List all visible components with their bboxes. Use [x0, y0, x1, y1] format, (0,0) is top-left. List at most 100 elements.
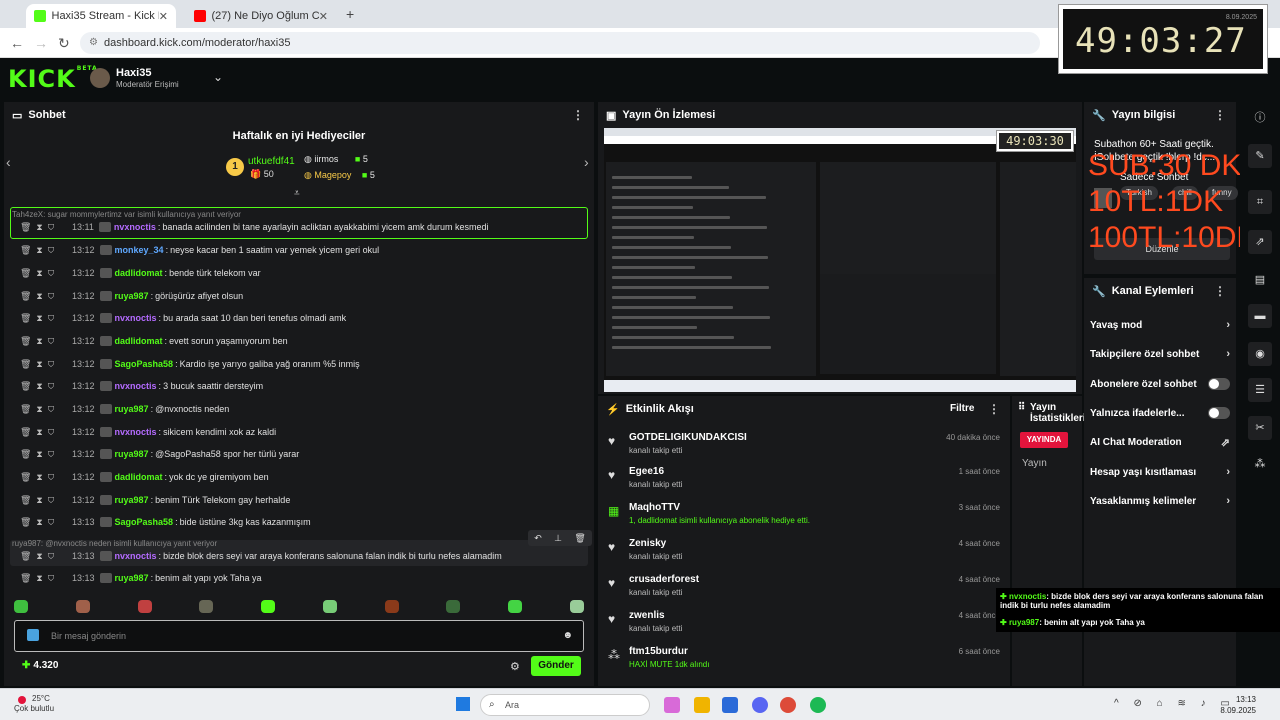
- channel-action-item[interactable]: AI Chat Moderation ⇗: [1090, 433, 1230, 451]
- emote-icon[interactable]: [569, 600, 584, 613]
- message-username[interactable]: dadlidomat: [115, 336, 163, 346]
- message-username[interactable]: SagoPasha58: [115, 517, 174, 527]
- info-icon[interactable]: ⓘ: [1248, 106, 1272, 130]
- chat-bubble-icon[interactable]: ▬: [1248, 304, 1272, 328]
- message-username[interactable]: monkey_34: [115, 245, 164, 255]
- channel-action-item[interactable]: Takipçilere özel sohbet ›: [1090, 345, 1230, 363]
- external-link-icon[interactable]: ⇗: [1248, 230, 1272, 254]
- chat-message[interactable]: 🗑⧗⛉ 13:12 ruya987: @SagoPasha58 spor her tü…: [20, 446, 299, 462]
- mod-tools[interactable]: 🗑⧗⛉: [20, 336, 72, 347]
- url-field[interactable]: ⚙ dashboard.kick.com/moderator/haxi35: [80, 32, 1040, 54]
- send-button[interactable]: Gönder: [531, 656, 581, 676]
- emote-icon[interactable]: [508, 600, 523, 613]
- chat-message[interactable]: 🗑⧗⛉ 13:12 nvxnoctis: bu arada saat 10 dan b…: [20, 310, 346, 326]
- chat-message[interactable]: 🗑⧗⛉ 13:12 ruya987: benim Türk Telekom gay h…: [20, 492, 290, 508]
- tools-icon[interactable]: ✂: [1248, 416, 1272, 440]
- message-username[interactable]: ruya987: [115, 291, 149, 301]
- file-explorer-icon[interactable]: [694, 697, 710, 713]
- mod-tools[interactable]: 🗑⧗⛉: [20, 359, 72, 370]
- mod-tools[interactable]: 🗑⧗⛉: [20, 472, 72, 483]
- delete-icon[interactable]: 🗑: [574, 533, 585, 544]
- chat-input[interactable]: Bir mesaj gönderin ☻: [14, 620, 584, 652]
- activity-username[interactable]: zwenlis: [629, 610, 665, 621]
- document-icon[interactable]: ▤: [1248, 268, 1272, 292]
- channel-action-item[interactable]: Hesap yaşı kısıtlaması ›: [1090, 463, 1230, 481]
- message-username[interactable]: ruya987: [115, 573, 149, 583]
- activity-username[interactable]: crusaderforest: [629, 574, 699, 585]
- gifter-name[interactable]: Magepoy: [314, 170, 351, 180]
- message-username[interactable]: nvxnoctis: [115, 381, 157, 391]
- toggle-switch[interactable]: [1208, 407, 1230, 419]
- activity-username[interactable]: ftm15burdur: [629, 646, 688, 657]
- more-options-icon[interactable]: ⋮: [1214, 284, 1226, 298]
- reply-icon[interactable]: ↶: [534, 533, 542, 544]
- chat-message[interactable]: 🗑⧗⛉ 13:11 nvxnoctis: banada acilinden bi ta…: [20, 219, 489, 235]
- message-username[interactable]: ruya987: [115, 449, 149, 459]
- channel-action-item[interactable]: Yalnızca ifadelerle...: [1090, 404, 1230, 422]
- chevron-right-icon[interactable]: ›: [1226, 348, 1230, 360]
- channel-points[interactable]: ✚ 4.320: [22, 660, 58, 671]
- message-username[interactable]: dadlidomat: [115, 472, 163, 482]
- chat-message[interactable]: 🗑⧗⛉ 13:12 dadlidomat: yok dc ye giremiyom b…: [20, 469, 269, 485]
- apps-icon[interactable]: ⁂: [1248, 452, 1272, 476]
- emote-icon[interactable]: [14, 600, 28, 613]
- pin-icon[interactable]: ⊥: [554, 533, 562, 544]
- crop-icon[interactable]: ⌗: [1248, 190, 1272, 214]
- more-options-icon[interactable]: ⋮: [572, 108, 584, 122]
- back-arrow-icon[interactable]: ←: [10, 35, 24, 51]
- chat-message[interactable]: 🗑⧗⛉ 13:12 dadlidomat: evett sorun yaşamıyor…: [20, 333, 288, 349]
- emote-icon[interactable]: [261, 600, 276, 613]
- mod-tools[interactable]: 🗑⧗⛉: [20, 517, 72, 528]
- collapse-icon[interactable]: ⩡: [294, 188, 300, 199]
- mod-tools[interactable]: 🗑⧗⛉: [20, 449, 72, 460]
- chat-message[interactable]: 🗑⧗⛉ 13:12 nvxnoctis: sikicem kendimi xok az…: [20, 424, 276, 440]
- mod-tools[interactable]: 🗑⧗⛉: [20, 495, 72, 506]
- weather-widget[interactable]: 25°C Çok bulutlu: [14, 694, 54, 714]
- browser-tab-youtube[interactable]: (27) Ne Diyo Oğlum Core. - You ✕: [186, 4, 336, 28]
- forward-arrow-icon[interactable]: →: [34, 35, 48, 51]
- site-info-icon[interactable]: ⚙: [89, 37, 98, 48]
- emote-icon[interactable]: [322, 600, 337, 613]
- activity-username[interactable]: GOTDELIGIKUNDAKCISI: [629, 432, 747, 443]
- taskbar-clock[interactable]: 13:13 8.09.2025: [1220, 694, 1256, 716]
- chat-message[interactable]: 🗑⧗⛉ 13:13 nvxnoctis: bizde blok ders seyi v…: [20, 548, 502, 564]
- message-username[interactable]: ruya987: [115, 404, 149, 414]
- mod-tools[interactable]: 🗑⧗⛉: [20, 404, 72, 415]
- close-icon[interactable]: ✕: [159, 10, 168, 23]
- message-username[interactable]: nvxnoctis: [115, 313, 157, 323]
- reload-icon[interactable]: ↻: [58, 35, 70, 52]
- chevron-right-icon[interactable]: ›: [1226, 466, 1230, 478]
- chevron-left-icon[interactable]: ‹: [6, 154, 11, 170]
- more-options-icon[interactable]: ⋮: [1214, 108, 1226, 122]
- chat-message[interactable]: 🗑⧗⛉ 13:12 ruya987: @nvxnoctis neden: [20, 401, 229, 417]
- message-username[interactable]: dadlidomat: [115, 268, 163, 278]
- mod-tools[interactable]: 🗑⧗⛉: [20, 291, 72, 302]
- stream-preview-video[interactable]: 49:03:30: [604, 128, 1076, 392]
- message-username[interactable]: nvxnoctis: [115, 427, 157, 437]
- chat-message[interactable]: 🗑⧗⛉ 13:13 SagoPasha58: bide üstüne 3kg kas …: [20, 514, 311, 530]
- discord-icon[interactable]: [752, 697, 768, 713]
- mod-tools[interactable]: 🗑⧗⛉: [20, 222, 72, 233]
- broadcast-icon[interactable]: ◉: [1248, 342, 1272, 366]
- mod-tools[interactable]: 🗑⧗⛉: [20, 427, 72, 438]
- message-username[interactable]: nvxnoctis: [114, 222, 156, 232]
- emote-icon[interactable]: [75, 600, 90, 613]
- chat-message[interactable]: 🗑⧗⛉ 13:12 ruya987: görüşürüz afiyet olsun: [20, 288, 243, 304]
- filter-button[interactable]: Filtre: [950, 403, 974, 414]
- emote-icon[interactable]: [199, 600, 214, 613]
- emoji-picker-icon[interactable]: ☻: [562, 630, 573, 641]
- windows-start-icon[interactable]: [456, 697, 470, 711]
- kick-logo[interactable]: KICKBETA: [8, 65, 98, 93]
- chat-message[interactable]: 🗑⧗⛉ 13:12 dadlidomat: bende türk telekom va…: [20, 265, 261, 281]
- mod-tools[interactable]: 🗑⧗⛉: [20, 573, 72, 584]
- mod-tools[interactable]: 🗑⧗⛉: [20, 313, 72, 324]
- activity-username[interactable]: Zenisky: [629, 538, 666, 549]
- chevron-down-icon[interactable]: ⌄: [213, 70, 223, 84]
- activity-username[interactable]: Egee16: [629, 466, 664, 477]
- chat-message[interactable]: 🗑⧗⛉ 13:13 ruya987: benim alt yapı yok Taha …: [20, 570, 261, 586]
- toggle-switch[interactable]: [1208, 378, 1230, 390]
- chevron-right-icon[interactable]: ›: [584, 154, 589, 170]
- external-link-icon[interactable]: ⇗: [1221, 436, 1230, 449]
- store-icon[interactable]: [722, 697, 738, 713]
- chat-message[interactable]: 🗑⧗⛉ 13:12 nvxnoctis:3 bucuk saattir derste…: [20, 378, 263, 394]
